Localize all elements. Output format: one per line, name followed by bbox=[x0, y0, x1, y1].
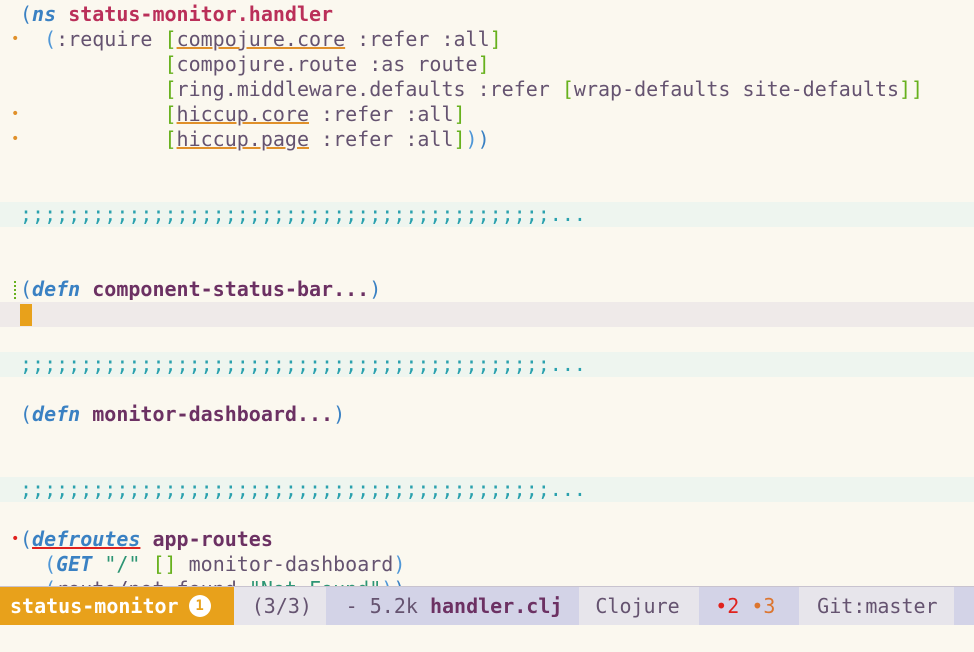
flycheck-status[interactable]: •2 •3 bbox=[699, 587, 800, 625]
ns-keyword: ns bbox=[32, 2, 57, 26]
code-line: (route/not-found "Not Found")) bbox=[0, 577, 974, 586]
folded-function[interactable]: component-status-bar... bbox=[92, 277, 369, 301]
file-name: handler.clj bbox=[429, 594, 563, 618]
code-line: (defn monitor-dashboard...) bbox=[20, 402, 346, 426]
warning-count: •3 bbox=[751, 594, 776, 618]
warning-marker-icon: • bbox=[11, 131, 20, 147]
code-line: • [hiccup.core :refer :all] bbox=[11, 102, 466, 126]
code-line: [compojure.route :as route] bbox=[164, 52, 490, 76]
namespace-name: status-monitor.handler bbox=[68, 2, 334, 26]
code-line: • (defroutes app-routes bbox=[11, 527, 273, 551]
folded-section[interactable]: ;;;;;;;;;;;;;;;;;;;;;;;;;;;;;;;;;;;;;;;;… bbox=[0, 202, 974, 227]
mode-line: status-monitor 1 (3/3) - 5.2k handler.clj… bbox=[0, 586, 974, 625]
code-line: (GET "/" [] monitor-dashboard) bbox=[44, 552, 406, 576]
buffer-position: (3/3) bbox=[251, 594, 312, 618]
window-number-badge: 1 bbox=[188, 595, 211, 617]
current-line[interactable] bbox=[0, 302, 974, 327]
text-cursor bbox=[20, 304, 32, 326]
vcs-change-marker bbox=[14, 281, 18, 299]
project-segment[interactable]: status-monitor 1 bbox=[0, 587, 234, 625]
code-editor[interactable]: (ns status-monitor.handler • (:require [… bbox=[0, 0, 974, 586]
folded-function[interactable]: monitor-dashboard... bbox=[92, 402, 333, 426]
code-line: [ring.middleware.defaults :refer [wrap-d… bbox=[164, 77, 924, 101]
code-line: (ns status-monitor.handler bbox=[20, 2, 334, 26]
error-count: •2 bbox=[715, 594, 740, 618]
folded-section[interactable]: ;;;;;;;;;;;;;;;;;;;;;;;;;;;;;;;;;;;;;;;;… bbox=[0, 352, 974, 377]
code-line: • [hiccup.page :refer :all])) bbox=[11, 127, 490, 151]
error-marker-icon: • bbox=[11, 531, 20, 547]
mode-line-filler bbox=[954, 587, 974, 625]
file-size: - 5.2k bbox=[345, 594, 418, 618]
warning-marker-icon: • bbox=[11, 106, 20, 122]
file-segment[interactable]: - 5.2k handler.clj bbox=[325, 587, 580, 625]
code-line: • (:require [compojure.core :refer :all] bbox=[11, 27, 502, 51]
major-mode[interactable]: Clojure bbox=[579, 587, 699, 625]
warning-marker-icon: • bbox=[11, 31, 20, 47]
code-line: (defn component-status-bar...) bbox=[0, 277, 974, 302]
folded-section[interactable]: ;;;;;;;;;;;;;;;;;;;;;;;;;;;;;;;;;;;;;;;;… bbox=[0, 477, 974, 502]
vcs-branch[interactable]: Git:master bbox=[799, 587, 954, 625]
project-name: status-monitor bbox=[10, 594, 179, 618]
echo-area bbox=[0, 625, 974, 652]
